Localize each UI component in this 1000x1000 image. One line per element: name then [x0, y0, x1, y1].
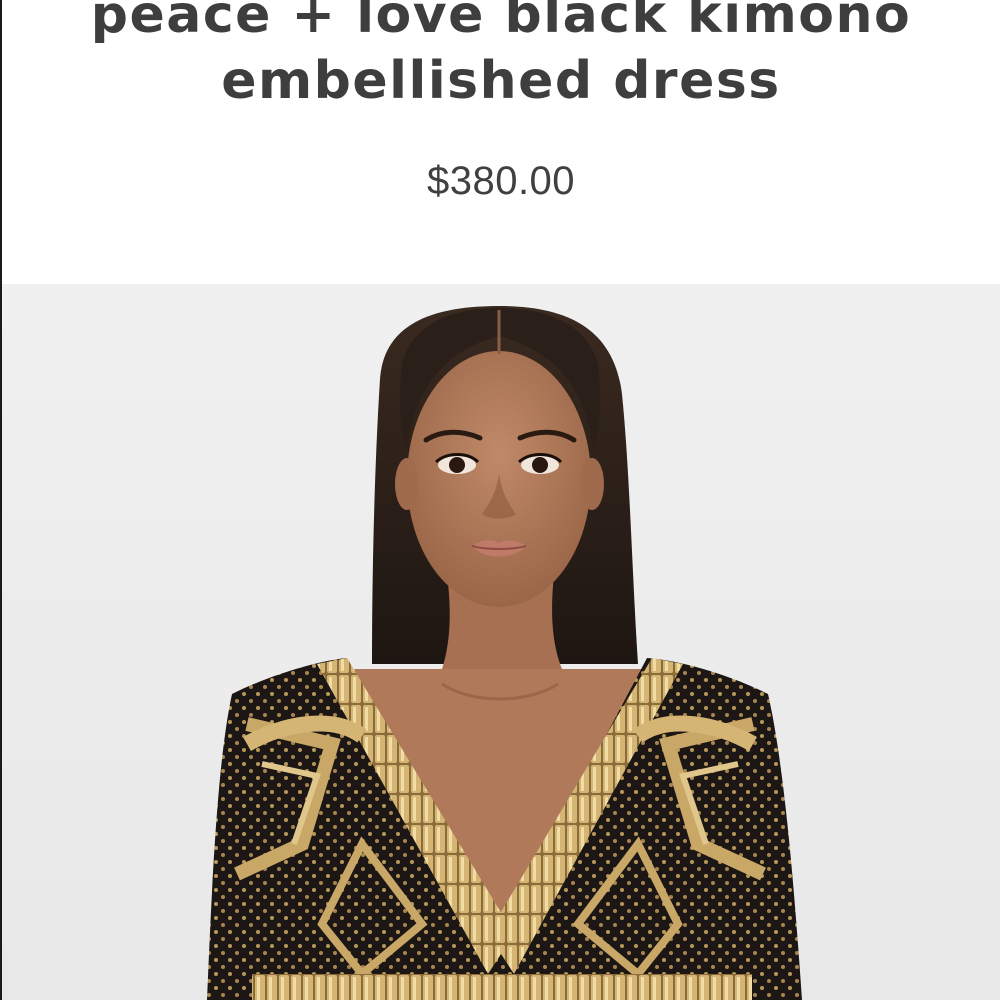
product-page: peace + love black kimono embellished dr…: [0, 0, 1000, 1000]
product-header: peace + love black kimono embellished dr…: [2, 0, 1000, 284]
product-title-line-1: peace + love black kimono: [90, 0, 912, 45]
product-price: $380.00: [426, 159, 576, 203]
product-title-line-2: embellished dress: [221, 51, 781, 111]
product-title: peace + love black kimono embellished dr…: [2, 0, 1000, 114]
waistband: [252, 974, 752, 1000]
model-photo: [2, 284, 1000, 1000]
product-image[interactable]: [2, 284, 1000, 1000]
